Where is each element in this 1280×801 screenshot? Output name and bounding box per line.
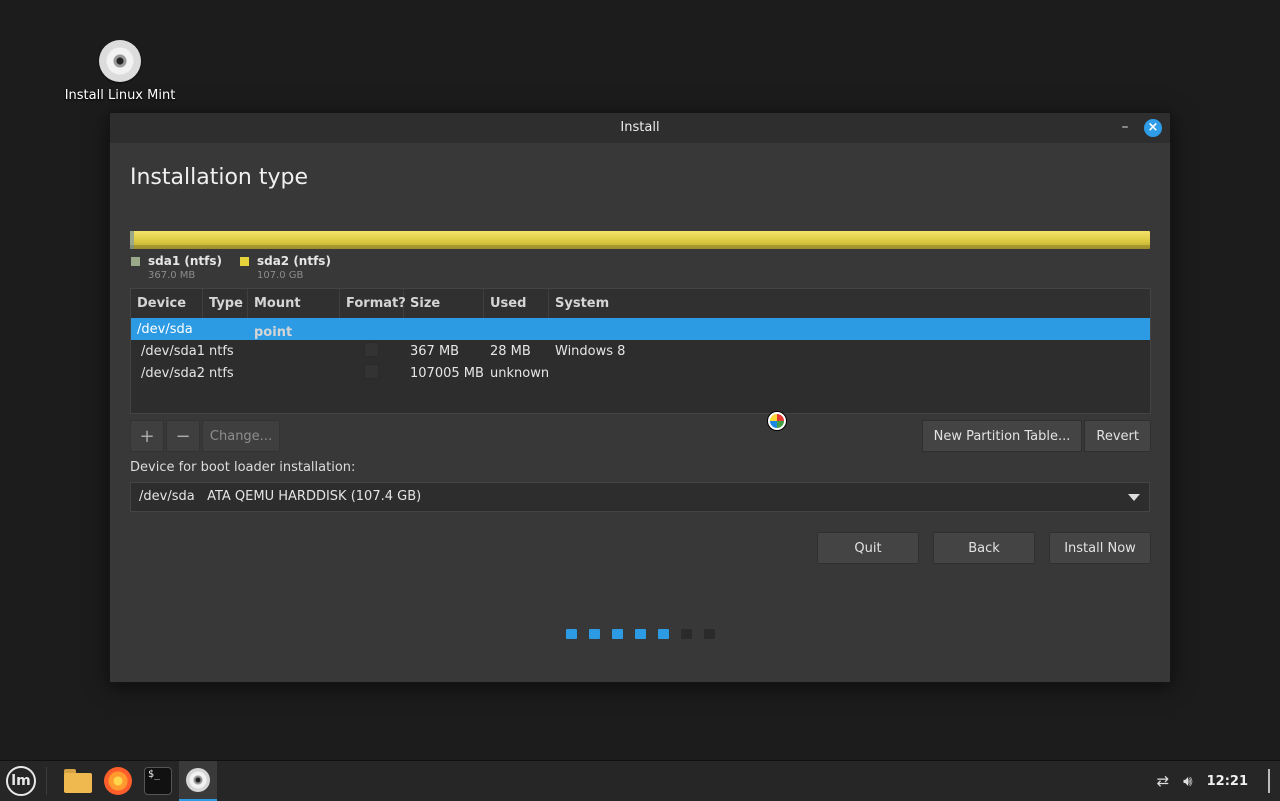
desktop-install-icon[interactable]: Install Linux Mint: [60, 40, 180, 103]
busy-cursor-icon: [768, 412, 786, 430]
cell-type: ntfs: [209, 343, 234, 359]
add-partition-button[interactable]: +: [130, 420, 164, 452]
column-header-device[interactable]: Device: [131, 289, 203, 318]
close-button[interactable]: ×: [1144, 119, 1162, 137]
boot-loader-label: Device for boot loader installation:: [130, 460, 356, 475]
cell-system: Windows 8: [555, 343, 626, 359]
page-title: Installation type: [130, 165, 308, 190]
boot-loader-value: /dev/sda ATA QEMU HARDDISK (107.4 GB): [139, 489, 422, 504]
legend-swatch: [239, 257, 249, 266]
partition-bar: [130, 231, 1150, 249]
table-actions: New Partition Table... Revert: [921, 420, 1151, 452]
install-now-button[interactable]: Install Now: [1049, 532, 1151, 564]
install-taskbar-button[interactable]: [179, 761, 217, 801]
progress-step-dot: [704, 629, 715, 639]
column-header-mount[interactable]: Mount point: [248, 289, 340, 340]
format-checkbox[interactable]: [364, 341, 379, 357]
new-partition-table-button[interactable]: New Partition Table...: [921, 420, 1083, 452]
progress-step-dot: [589, 629, 600, 639]
cell-type: ntfs: [209, 365, 234, 381]
legend-item-sda1: sda1 (ntfs) 367.0 MB: [131, 254, 222, 281]
firefox-launcher[interactable]: [104, 767, 132, 795]
table-row[interactable]: /dev/sda2 ntfs 107005 MB unknown: [131, 362, 1150, 384]
installer-window: Install – × Installation type sda1 (ntfs…: [109, 112, 1171, 683]
cell-device: /dev/sda: [137, 321, 193, 337]
dialog-actions: Quit Back Install Now: [817, 532, 1151, 564]
dropdown-arrow-icon: [1128, 494, 1140, 501]
disc-icon: [99, 40, 141, 82]
quit-button[interactable]: Quit: [817, 532, 919, 564]
partition-toolbar: + − Change...: [130, 420, 280, 452]
system-tray: ⇄ 🔊︎ 12:21: [1157, 761, 1270, 801]
taskbar: lm $_ ⇄ 🔊︎ 12:21: [0, 760, 1280, 801]
menu-button[interactable]: lm: [6, 766, 36, 796]
cell-device: /dev/sda1: [141, 343, 205, 359]
minimize-button[interactable]: –: [1116, 113, 1134, 143]
titlebar[interactable]: Install – ×: [110, 113, 1170, 143]
desktop-icon-label: Install Linux Mint: [64, 88, 176, 103]
legend-size: 367.0 MB: [148, 270, 196, 281]
legend-swatch: [131, 257, 140, 266]
legend-name: sda1 (ntfs): [148, 254, 222, 268]
column-header-system[interactable]: System: [549, 289, 1150, 318]
clock[interactable]: 12:21: [1207, 774, 1248, 789]
remove-partition-button[interactable]: −: [166, 420, 200, 452]
progress-step-dot: [612, 629, 623, 639]
network-icon[interactable]: ⇄: [1157, 772, 1170, 790]
volume-icon[interactable]: 🔊︎: [1183, 772, 1192, 790]
legend-item-sda2: sda2 (ntfs) 107.0 GB: [239, 254, 331, 281]
legend-size: 107.0 GB: [256, 270, 304, 281]
boot-loader-select[interactable]: /dev/sda ATA QEMU HARDDISK (107.4 GB): [130, 482, 1150, 512]
cell-device: /dev/sda2: [141, 365, 205, 381]
column-header-used[interactable]: Used: [484, 289, 549, 318]
cell-size: 367 MB: [410, 343, 460, 359]
cell-size: 107005 MB: [410, 365, 484, 381]
column-header-type[interactable]: Type: [203, 289, 248, 318]
files-launcher[interactable]: [64, 769, 92, 793]
terminal-launcher[interactable]: $_: [144, 767, 172, 795]
show-desktop-button[interactable]: [1268, 769, 1270, 793]
disc-icon: [186, 768, 210, 792]
progress-step-dot: [635, 629, 646, 639]
legend-name: sda2 (ntfs): [256, 254, 331, 268]
progress-step-dot: [658, 629, 669, 639]
partition-legend: sda1 (ntfs) 367.0 MB sda2 (ntfs) 107.0 G…: [131, 254, 331, 281]
window-title: Install: [620, 120, 660, 135]
back-button[interactable]: Back: [933, 532, 1035, 564]
progress-dots: [566, 629, 715, 639]
progress-step-dot: [566, 629, 577, 639]
format-checkbox[interactable]: [364, 363, 379, 379]
column-header-format[interactable]: Format?: [340, 289, 406, 318]
change-partition-button[interactable]: Change...: [202, 420, 280, 452]
revert-button[interactable]: Revert: [1084, 420, 1151, 452]
cell-used: 28 MB: [490, 343, 531, 359]
cell-used: unknown: [490, 365, 550, 381]
column-header-size[interactable]: Size: [404, 289, 484, 318]
progress-step-dot: [681, 629, 692, 639]
partition-table[interactable]: Device Type Mount point Format? Size Use…: [130, 288, 1151, 414]
table-header: Device Type Mount point Format? Size Use…: [131, 289, 1150, 340]
